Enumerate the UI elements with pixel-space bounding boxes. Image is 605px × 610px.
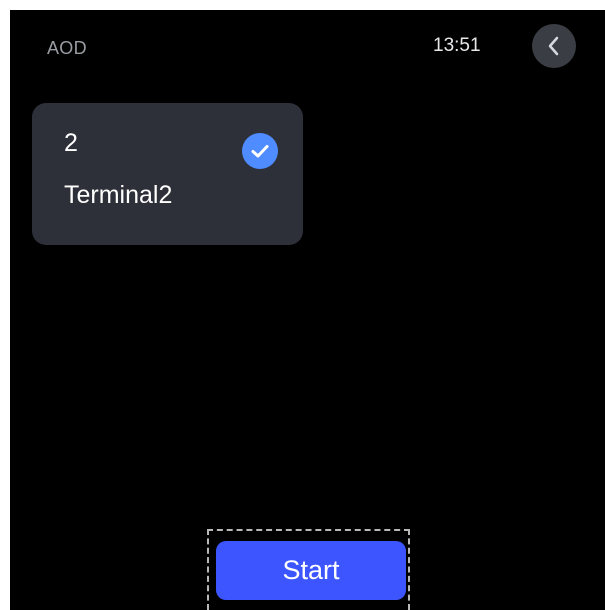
check-circle-icon [242, 133, 278, 169]
chevron-left-icon [546, 36, 562, 56]
aod-label: AOD [47, 38, 87, 58]
device-screen: AOD 13:51 2 Terminal2 Start [10, 10, 605, 610]
clock-time: 13:51 [433, 35, 481, 56]
start-button[interactable]: Start [216, 541, 406, 600]
terminal-name: Terminal2 [64, 181, 173, 209]
terminal-card[interactable]: 2 Terminal2 [32, 103, 303, 245]
terminal-number: 2 [64, 129, 78, 157]
back-button[interactable] [532, 24, 576, 68]
